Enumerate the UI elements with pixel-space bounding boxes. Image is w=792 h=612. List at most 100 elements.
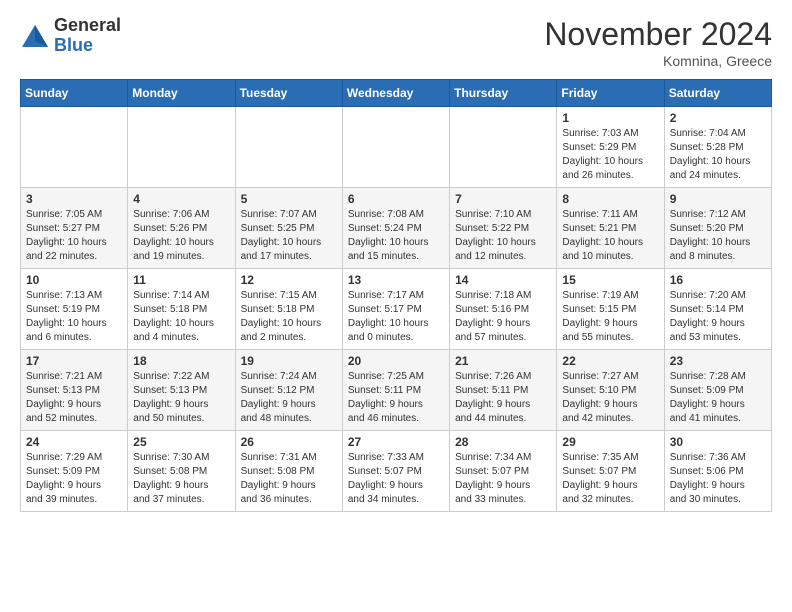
day-info: Sunrise: 7:15 AM Sunset: 5:18 PM Dayligh… [241, 289, 337, 345]
day-number: 15 [562, 273, 658, 287]
table-row: 13Sunrise: 7:17 AM Sunset: 5:17 PM Dayli… [342, 269, 449, 350]
day-info: Sunrise: 7:27 AM Sunset: 5:10 PM Dayligh… [562, 370, 658, 426]
day-number: 4 [133, 192, 229, 206]
day-info: Sunrise: 7:05 AM Sunset: 5:27 PM Dayligh… [26, 208, 122, 264]
day-number: 18 [133, 354, 229, 368]
day-number: 7 [455, 192, 551, 206]
col-monday: Monday [128, 80, 235, 107]
calendar-week-1: 1Sunrise: 7:03 AM Sunset: 5:29 PM Daylig… [21, 107, 772, 188]
day-number: 29 [562, 435, 658, 449]
calendar-week-3: 10Sunrise: 7:13 AM Sunset: 5:19 PM Dayli… [21, 269, 772, 350]
day-number: 27 [348, 435, 444, 449]
day-number: 20 [348, 354, 444, 368]
table-row: 17 Sunrise: 7:21 AM Sunset: 5:13 PM Dayli… [21, 350, 128, 431]
calendar-week-4: 17 Sunrise: 7:21 AM Sunset: 5:13 PM Dayli… [21, 350, 772, 431]
day-info: Sunrise: 7:21 AM Sunset: 5:13 PM Dayligh… [26, 370, 122, 426]
day-info: Sunrise: 7:28 AM Sunset: 5:09 PM Dayligh… [670, 370, 766, 426]
table-row: 16 Sunrise: 7:20 AM Sunset: 5:14 PM Dayli… [664, 269, 771, 350]
day-info: Sunrise: 7:08 AM Sunset: 5:24 PM Dayligh… [348, 208, 444, 264]
table-row: 1Sunrise: 7:03 AM Sunset: 5:29 PM Daylig… [557, 107, 664, 188]
table-row: 26Sunrise: 7:31 AM Sunset: 5:08 PM Dayli… [235, 431, 342, 512]
table-row [342, 107, 449, 188]
day-info: Sunrise: 7:36 AM Sunset: 5:06 PM Dayligh… [670, 451, 766, 507]
day-info: Sunrise: 7:11 AM Sunset: 5:21 PM Dayligh… [562, 208, 658, 264]
day-number: 5 [241, 192, 337, 206]
table-row: 4 Sunrise: 7:06 AM Sunset: 5:26 PM Daylig… [128, 188, 235, 269]
calendar: Sunday Monday Tuesday Wednesday Thursday… [20, 79, 772, 512]
table-row: 24Sunrise: 7:29 AM Sunset: 5:09 PM Dayli… [21, 431, 128, 512]
day-info: Sunrise: 7:29 AM Sunset: 5:09 PM Dayligh… [26, 451, 122, 507]
logo: General Blue [20, 16, 121, 56]
table-row: 22Sunrise: 7:27 AM Sunset: 5:10 PM Dayli… [557, 350, 664, 431]
col-wednesday: Wednesday [342, 80, 449, 107]
day-info: Sunrise: 7:22 AM Sunset: 5:13 PM Dayligh… [133, 370, 229, 426]
day-number: 16 [670, 273, 766, 287]
day-number: 17 [26, 354, 122, 368]
day-info: Sunrise: 7:34 AM Sunset: 5:07 PM Dayligh… [455, 451, 551, 507]
month-title: November 2024 [544, 16, 772, 53]
table-row: 5Sunrise: 7:07 AM Sunset: 5:25 PM Daylig… [235, 188, 342, 269]
table-row: 29 Sunrise: 7:35 AM Sunset: 5:07 PM Dayli… [557, 431, 664, 512]
table-row: 19 Sunrise: 7:24 AM Sunset: 5:12 PM Dayli… [235, 350, 342, 431]
logo-general: General [54, 15, 121, 35]
header: General Blue November 2024 Komnina, Gree… [20, 16, 772, 69]
day-info: Sunrise: 7:33 AM Sunset: 5:07 PM Dayligh… [348, 451, 444, 507]
location-subtitle: Komnina, Greece [544, 53, 772, 69]
day-number: 2 [670, 111, 766, 125]
day-info: Sunrise: 7:04 AM Sunset: 5:28 PM Dayligh… [670, 127, 766, 183]
table-row [21, 107, 128, 188]
day-info: Sunrise: 7:17 AM Sunset: 5:17 PM Dayligh… [348, 289, 444, 345]
table-row: 3Sunrise: 7:05 AM Sunset: 5:27 PM Daylig… [21, 188, 128, 269]
logo-icon [20, 21, 50, 51]
table-row: 20 Sunrise: 7:25 AM Sunset: 5:11 PM Dayli… [342, 350, 449, 431]
day-number: 30 [670, 435, 766, 449]
table-row: 2 Sunrise: 7:04 AM Sunset: 5:28 PM Daylig… [664, 107, 771, 188]
day-info: Sunrise: 7:25 AM Sunset: 5:11 PM Dayligh… [348, 370, 444, 426]
logo-blue: Blue [54, 35, 93, 55]
day-info: Sunrise: 7:30 AM Sunset: 5:08 PM Dayligh… [133, 451, 229, 507]
calendar-header-row: Sunday Monday Tuesday Wednesday Thursday… [21, 80, 772, 107]
day-number: 8 [562, 192, 658, 206]
day-number: 9 [670, 192, 766, 206]
day-info: Sunrise: 7:20 AM Sunset: 5:14 PM Dayligh… [670, 289, 766, 345]
day-number: 1 [562, 111, 658, 125]
col-thursday: Thursday [450, 80, 557, 107]
table-row [450, 107, 557, 188]
day-info: Sunrise: 7:13 AM Sunset: 5:19 PM Dayligh… [26, 289, 122, 345]
day-info: Sunrise: 7:10 AM Sunset: 5:22 PM Dayligh… [455, 208, 551, 264]
day-number: 19 [241, 354, 337, 368]
day-number: 6 [348, 192, 444, 206]
calendar-week-2: 3Sunrise: 7:05 AM Sunset: 5:27 PM Daylig… [21, 188, 772, 269]
day-info: Sunrise: 7:26 AM Sunset: 5:11 PM Dayligh… [455, 370, 551, 426]
logo-text: General Blue [54, 16, 121, 56]
page: General Blue November 2024 Komnina, Gree… [0, 0, 792, 528]
day-number: 11 [133, 273, 229, 287]
col-friday: Friday [557, 80, 664, 107]
table-row: 15 Sunrise: 7:19 AM Sunset: 5:15 PM Dayli… [557, 269, 664, 350]
day-info: Sunrise: 7:06 AM Sunset: 5:26 PM Dayligh… [133, 208, 229, 264]
table-row: 9Sunrise: 7:12 AM Sunset: 5:20 PM Daylig… [664, 188, 771, 269]
day-number: 28 [455, 435, 551, 449]
table-row: 23Sunrise: 7:28 AM Sunset: 5:09 PM Dayli… [664, 350, 771, 431]
day-number: 14 [455, 273, 551, 287]
table-row: 30 Sunrise: 7:36 AM Sunset: 5:06 PM Dayli… [664, 431, 771, 512]
table-row: 18 Sunrise: 7:22 AM Sunset: 5:13 PM Dayli… [128, 350, 235, 431]
table-row: 6 Sunrise: 7:08 AM Sunset: 5:24 PM Daylig… [342, 188, 449, 269]
day-info: Sunrise: 7:19 AM Sunset: 5:15 PM Dayligh… [562, 289, 658, 345]
col-tuesday: Tuesday [235, 80, 342, 107]
table-row: 12Sunrise: 7:15 AM Sunset: 5:18 PM Dayli… [235, 269, 342, 350]
day-info: Sunrise: 7:31 AM Sunset: 5:08 PM Dayligh… [241, 451, 337, 507]
day-info: Sunrise: 7:18 AM Sunset: 5:16 PM Dayligh… [455, 289, 551, 345]
day-info: Sunrise: 7:24 AM Sunset: 5:12 PM Dayligh… [241, 370, 337, 426]
table-row: 7 Sunrise: 7:10 AM Sunset: 5:22 PM Daylig… [450, 188, 557, 269]
day-number: 21 [455, 354, 551, 368]
table-row [128, 107, 235, 188]
calendar-week-5: 24Sunrise: 7:29 AM Sunset: 5:09 PM Dayli… [21, 431, 772, 512]
title-block: November 2024 Komnina, Greece [544, 16, 772, 69]
table-row: 11Sunrise: 7:14 AM Sunset: 5:18 PM Dayli… [128, 269, 235, 350]
col-sunday: Sunday [21, 80, 128, 107]
table-row: 8 Sunrise: 7:11 AM Sunset: 5:21 PM Daylig… [557, 188, 664, 269]
table-row: 14 Sunrise: 7:18 AM Sunset: 5:16 PM Dayli… [450, 269, 557, 350]
table-row: 21 Sunrise: 7:26 AM Sunset: 5:11 PM Dayli… [450, 350, 557, 431]
day-info: Sunrise: 7:35 AM Sunset: 5:07 PM Dayligh… [562, 451, 658, 507]
